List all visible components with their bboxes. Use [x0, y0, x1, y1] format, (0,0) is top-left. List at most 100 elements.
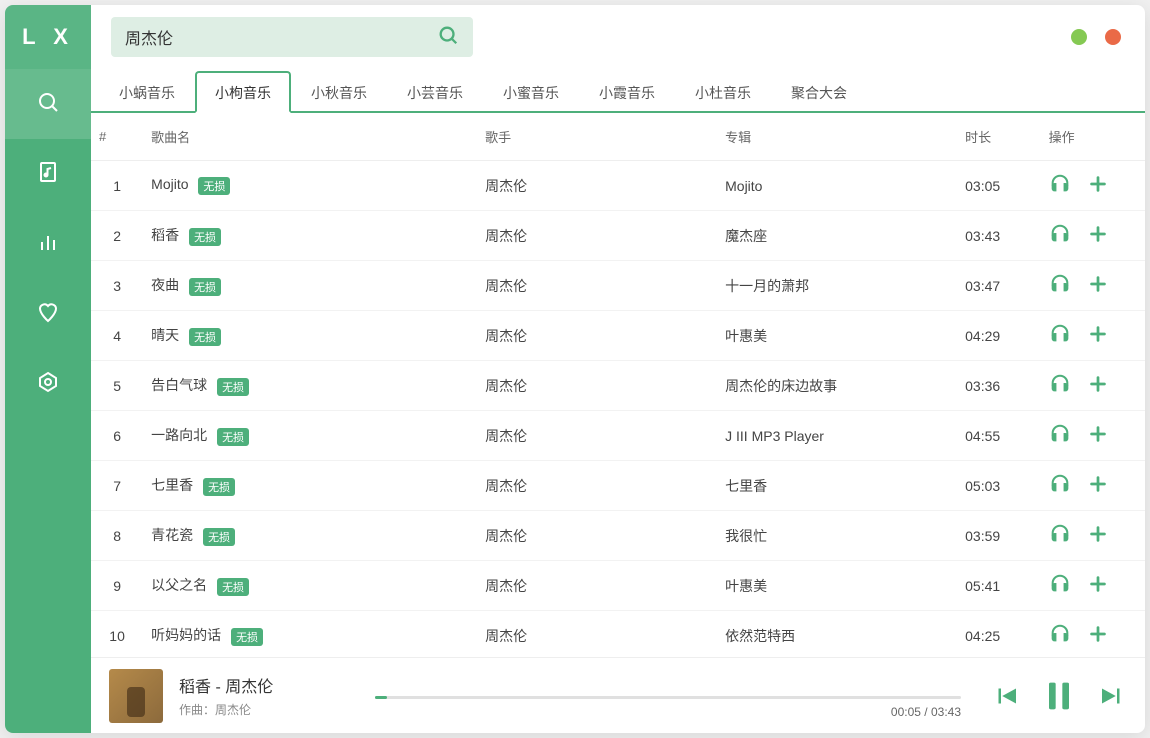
source-tab[interactable]: 小杜音乐	[675, 71, 771, 113]
headphones-icon	[1049, 323, 1071, 348]
cell-album: 依然范特西	[717, 611, 957, 658]
add-button[interactable]	[1087, 523, 1109, 548]
add-button[interactable]	[1087, 223, 1109, 248]
play-button[interactable]	[1049, 223, 1071, 248]
headphones-icon	[1049, 173, 1071, 198]
play-button[interactable]	[1049, 523, 1071, 548]
app-window: L X	[5, 5, 1145, 733]
lossless-badge: 无损	[231, 628, 263, 646]
lossless-badge: 无损	[189, 228, 221, 246]
headphones-icon	[1049, 473, 1071, 498]
cell-index: 9	[91, 561, 143, 611]
source-tab[interactable]: 小枸音乐	[195, 71, 291, 113]
source-tab[interactable]: 聚合大会	[771, 71, 867, 113]
headphones-icon	[1049, 273, 1071, 298]
cell-artist: 周杰伦	[477, 461, 717, 511]
play-button[interactable]	[1049, 173, 1071, 198]
nav-settings[interactable]	[5, 349, 91, 419]
cell-duration: 03:47	[957, 261, 1040, 311]
source-tab[interactable]: 小蜗音乐	[99, 71, 195, 113]
add-button[interactable]	[1087, 273, 1109, 298]
headphones-icon	[1049, 523, 1071, 548]
nav-songlist[interactable]	[5, 139, 91, 209]
col-header-ops: 操作	[1041, 113, 1145, 161]
search-submit-icon[interactable]	[437, 24, 459, 51]
cell-album: 周杰伦的床边故事	[717, 361, 957, 411]
player-bar: 稻香 - 周杰伦 作曲：周杰伦 00:05 / 03:43	[91, 657, 1145, 733]
cell-duration: 04:29	[957, 311, 1040, 361]
album-art[interactable]	[109, 669, 163, 723]
prev-button[interactable]	[991, 681, 1021, 711]
cell-name: 告白气球 无损	[143, 361, 477, 411]
play-button[interactable]	[1049, 473, 1071, 498]
cell-ops	[1041, 411, 1145, 461]
table-row[interactable]: 1Mojito 无损周杰伦Mojito03:05	[91, 161, 1145, 211]
cell-artist: 周杰伦	[477, 511, 717, 561]
time-total: 03:43	[931, 705, 961, 719]
table-row[interactable]: 6一路向北 无损周杰伦J III MP3 Player04:55	[91, 411, 1145, 461]
time-sep: /	[921, 705, 931, 719]
nav-favorites[interactable]	[5, 279, 91, 349]
cell-index: 10	[91, 611, 143, 658]
nav-ranking[interactable]	[5, 209, 91, 279]
sidebar: L X	[5, 5, 91, 733]
cell-artist: 周杰伦	[477, 261, 717, 311]
cell-ops	[1041, 261, 1145, 311]
play-button[interactable]	[1049, 273, 1071, 298]
cell-artist: 周杰伦	[477, 561, 717, 611]
add-button[interactable]	[1087, 473, 1109, 498]
nav-search[interactable]	[5, 69, 91, 139]
headphones-icon	[1049, 423, 1071, 448]
cell-album: Mojito	[717, 161, 957, 211]
table-row[interactable]: 5告白气球 无损周杰伦周杰伦的床边故事03:36	[91, 361, 1145, 411]
add-button[interactable]	[1087, 373, 1109, 398]
time-current: 00:05	[891, 705, 921, 719]
lossless-badge: 无损	[189, 278, 221, 296]
cell-name: 稻香 无损	[143, 211, 477, 261]
add-button[interactable]	[1087, 623, 1109, 648]
results-table-wrap[interactable]: # 歌曲名 歌手 专辑 时长 操作 1Mojito 无损周杰伦Mojito03:…	[91, 113, 1145, 657]
cell-duration: 04:55	[957, 411, 1040, 461]
cell-album: 魔杰座	[717, 211, 957, 261]
next-button[interactable]	[1097, 681, 1127, 711]
table-row[interactable]: 4晴天 无损周杰伦叶惠美04:29	[91, 311, 1145, 361]
add-button[interactable]	[1087, 173, 1109, 198]
table-row[interactable]: 2稻香 无损周杰伦魔杰座03:43	[91, 211, 1145, 261]
source-tab[interactable]: 小芸音乐	[387, 71, 483, 113]
plus-icon	[1087, 573, 1109, 598]
cell-duration: 05:03	[957, 461, 1040, 511]
play-button[interactable]	[1049, 323, 1071, 348]
add-button[interactable]	[1087, 323, 1109, 348]
play-button[interactable]	[1049, 623, 1071, 648]
source-tab[interactable]: 小秋音乐	[291, 71, 387, 113]
source-tab[interactable]: 小蜜音乐	[483, 71, 579, 113]
plus-icon	[1087, 623, 1109, 648]
table-row[interactable]: 9以父之名 无损周杰伦叶惠美05:41	[91, 561, 1145, 611]
heart-icon	[36, 300, 60, 329]
table-row[interactable]: 10听妈妈的话 无损周杰伦依然范特西04:25	[91, 611, 1145, 658]
play-button[interactable]	[1049, 573, 1071, 598]
cell-ops	[1041, 611, 1145, 658]
progress-bar[interactable]	[375, 696, 961, 699]
search-input[interactable]	[125, 28, 437, 46]
cell-duration: 03:59	[957, 511, 1040, 561]
minimize-button[interactable]	[1071, 29, 1087, 45]
cell-duration: 03:43	[957, 211, 1040, 261]
close-button[interactable]	[1105, 29, 1121, 45]
table-row[interactable]: 3夜曲 无损周杰伦十一月的萧邦03:47	[91, 261, 1145, 311]
source-tab[interactable]: 小霞音乐	[579, 71, 675, 113]
play-button[interactable]	[1049, 423, 1071, 448]
table-row[interactable]: 8青花瓷 无损周杰伦我很忙03:59	[91, 511, 1145, 561]
add-button[interactable]	[1087, 573, 1109, 598]
topbar	[91, 5, 1145, 69]
window-controls	[1071, 29, 1121, 45]
app-logo: L X	[5, 5, 91, 69]
cell-artist: 周杰伦	[477, 211, 717, 261]
table-row[interactable]: 7七里香 无损周杰伦七里香05:03	[91, 461, 1145, 511]
col-header-duration: 时长	[957, 113, 1040, 161]
play-button[interactable]	[1049, 373, 1071, 398]
cell-album: 叶惠美	[717, 561, 957, 611]
add-button[interactable]	[1087, 423, 1109, 448]
cell-index: 3	[91, 261, 143, 311]
pause-button[interactable]	[1039, 676, 1079, 716]
